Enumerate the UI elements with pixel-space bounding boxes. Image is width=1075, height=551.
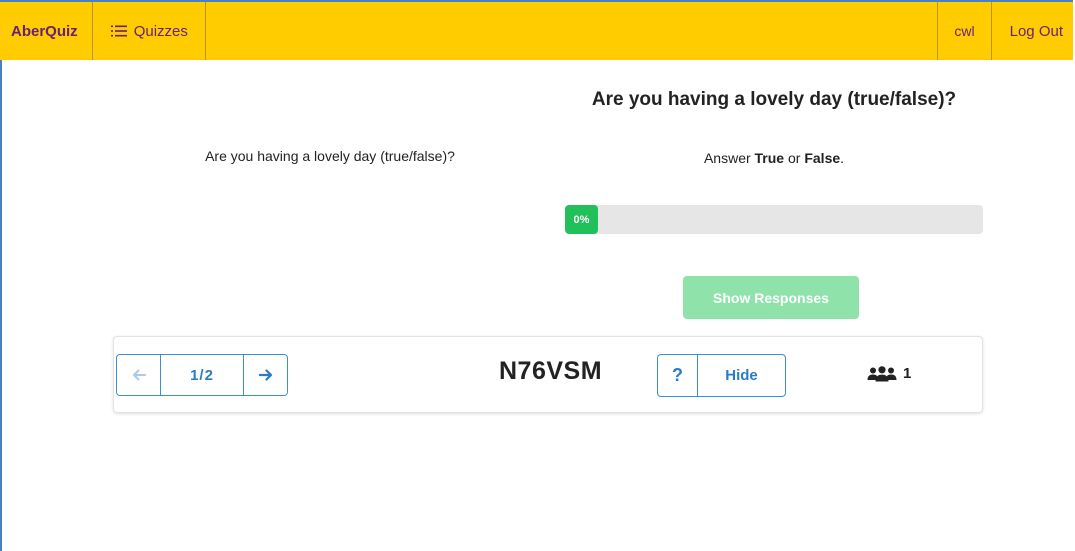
- show-responses-button[interactable]: Show Responses: [683, 276, 859, 319]
- brand-link[interactable]: AberQuiz: [0, 2, 93, 60]
- brand-label: AberQuiz: [11, 22, 78, 40]
- arrow-right-icon: [258, 369, 272, 381]
- user-label: cwl: [954, 23, 975, 39]
- quizzes-label: Quizzes: [133, 22, 188, 40]
- show-responses-label: Show Responses: [713, 289, 829, 306]
- question-pager: 1/2: [116, 354, 288, 396]
- arrow-left-icon: [132, 369, 146, 381]
- quizzes-nav-link[interactable]: Quizzes: [93, 2, 206, 60]
- top-navbar: AberQuiz Quizzes cwl Log Out: [0, 0, 1073, 60]
- question-visibility-toggle: ? Hide: [657, 354, 786, 397]
- progress-label: 0%: [573, 213, 590, 226]
- session-code: N76VSM: [499, 357, 603, 385]
- instruction-prefix: Answer: [703, 150, 755, 166]
- answer-instruction: Answer True or False.: [565, 150, 983, 166]
- logout-label: Log Out: [1009, 22, 1063, 40]
- user-menu[interactable]: cwl: [938, 2, 992, 60]
- app-frame: [0, 0, 1075, 551]
- instruction-or: or: [784, 150, 805, 166]
- instruction-true: True: [754, 150, 785, 166]
- logout-link[interactable]: Log Out: [992, 2, 1073, 60]
- next-question-button[interactable]: [243, 355, 287, 395]
- hide-button[interactable]: Hide: [698, 355, 785, 396]
- question-text: Are you having a lovely day (true/false)…: [205, 148, 455, 164]
- participants-indicator: 1: [867, 365, 911, 382]
- presenter-control-bar: 1/2 N76VSM ? Hide 1: [113, 336, 983, 413]
- navbar-spacer: [206, 2, 939, 60]
- participants-count: 1: [903, 365, 912, 382]
- question-title: Are you having a lovely day (true/false)…: [591, 89, 957, 110]
- response-progress-bar: 0%: [565, 205, 983, 234]
- previous-question-button[interactable]: [117, 355, 161, 395]
- question-position: 1/2: [190, 366, 214, 384]
- progress-fill: 0%: [565, 205, 598, 234]
- instruction-suffix: .: [840, 150, 845, 166]
- help-button[interactable]: ?: [658, 355, 698, 396]
- instruction-false: False: [804, 150, 841, 166]
- list-icon: [110, 25, 127, 37]
- users-icon: [867, 365, 897, 381]
